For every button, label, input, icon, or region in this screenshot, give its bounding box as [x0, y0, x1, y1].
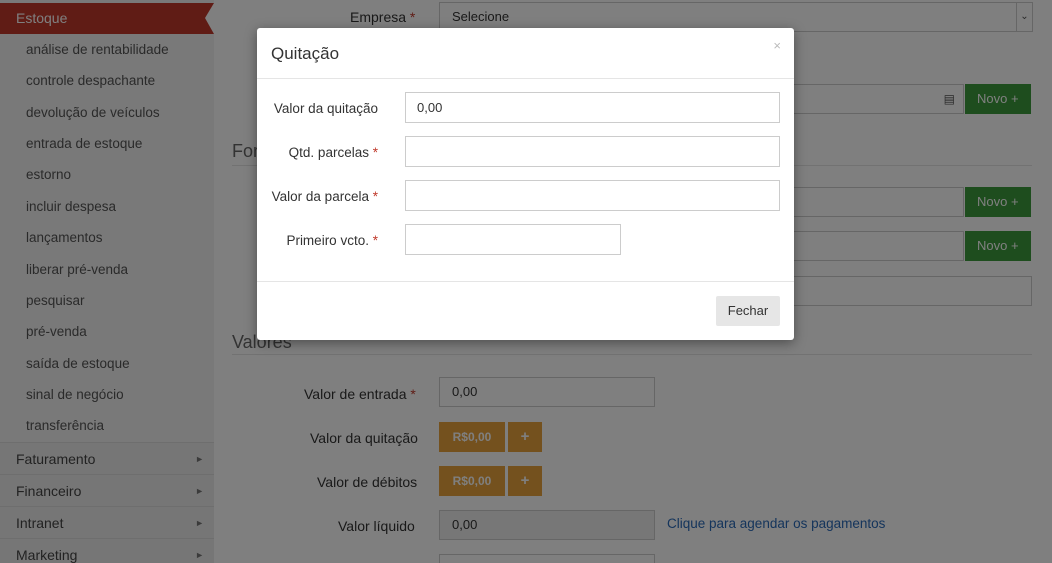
modal-valor-parcela-input[interactable] — [405, 180, 780, 211]
modal-header-divider — [257, 78, 794, 79]
fechar-button[interactable]: Fechar — [716, 296, 780, 326]
modal-valor-parcela-label: Valor da parcela * — [271, 189, 378, 204]
modal-primeiro-vcto-input[interactable] — [405, 224, 621, 255]
modal-primeiro-vcto-label: Primeiro vcto. * — [286, 233, 378, 248]
modal-valor-quitacao-label: Valor da quitação — [273, 101, 378, 116]
modal-qtd-parcelas-label: Qtd. parcelas * — [288, 145, 378, 160]
modal-footer-divider — [257, 281, 794, 282]
close-icon[interactable]: × — [773, 38, 781, 53]
modal-valor-quitacao-input[interactable]: 0,00 — [405, 92, 780, 123]
quitacao-modal: Quitação × Valor da quitação 0,00 Qtd. p… — [257, 28, 794, 340]
modal-title: Quitação — [271, 44, 340, 63]
modal-qtd-parcelas-input[interactable] — [405, 136, 780, 167]
